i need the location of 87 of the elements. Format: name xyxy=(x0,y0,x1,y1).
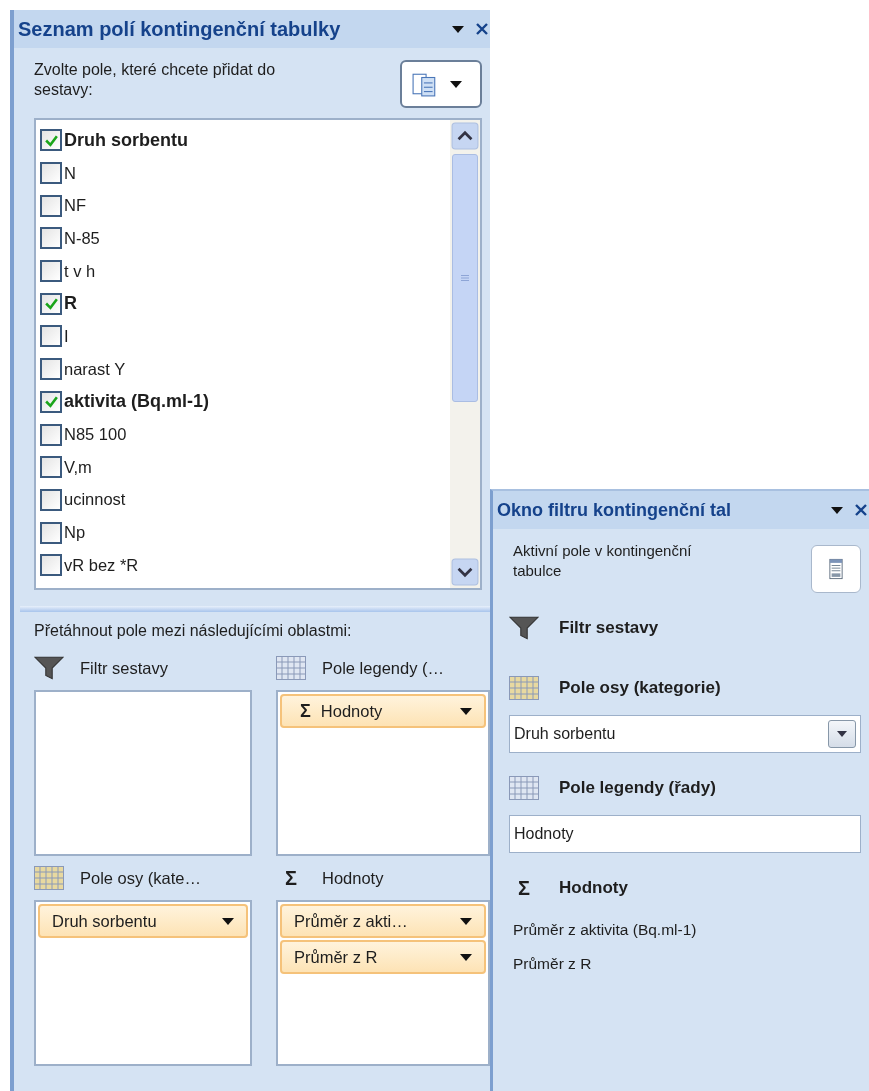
field-item[interactable]: R xyxy=(40,287,450,321)
field-item[interactable]: ucinnost xyxy=(40,483,450,517)
field-item[interactable]: N xyxy=(40,156,450,190)
caret-icon xyxy=(450,80,462,88)
pill-label: Hodnoty xyxy=(320,701,384,721)
checkmark-icon xyxy=(43,296,59,312)
field-item[interactable]: vR bez *R xyxy=(40,548,450,582)
drop-area[interactable]: Druh sorbentu xyxy=(34,900,252,1066)
drop-area[interactable]: Průměr z akti… Průměr z R xyxy=(276,900,490,1066)
sigma-symbol: Σ xyxy=(300,700,311,722)
area-title: Pole legendy (… xyxy=(322,658,444,678)
caret-icon xyxy=(837,731,847,737)
checkbox[interactable] xyxy=(40,227,62,250)
grip-icon xyxy=(461,275,469,281)
instruction-text: Aktivní pole v kontingenční tabulce xyxy=(513,541,693,581)
funnel-icon xyxy=(34,656,64,680)
field-item[interactable]: Np xyxy=(40,516,450,549)
field-item[interactable]: N-85 xyxy=(40,222,450,255)
drag-instruction: Přetáhnout pole mezi následujícími oblastmi: xyxy=(33,622,353,641)
field-item[interactable]: N85 100 xyxy=(40,418,450,451)
section-title: Hodnoty xyxy=(559,878,628,898)
sigma-symbol: Σ xyxy=(517,876,531,900)
dropdown-field[interactable]: Druh sorbentu xyxy=(509,715,861,753)
field-item[interactable]: I xyxy=(40,320,450,353)
section-title: Pole osy (kategorie) xyxy=(559,678,721,698)
checkbox[interactable] xyxy=(40,521,62,544)
funnel-icon xyxy=(509,616,539,640)
field-item[interactable]: V,m xyxy=(40,450,450,484)
field-pill[interactable]: Průměr z R xyxy=(280,940,486,974)
area-title: Hodnoty xyxy=(322,868,384,888)
field-pill[interactable]: Průměr z akti… xyxy=(280,904,486,938)
area-title: Pole osy (kate… xyxy=(80,868,202,888)
field-item[interactable]: narast Y xyxy=(40,352,450,386)
pill-label: Průměr z R xyxy=(294,947,379,967)
scroll-up-icon[interactable] xyxy=(451,122,479,150)
field-pill[interactable]: Druh sorbentu xyxy=(38,904,248,938)
caret-icon xyxy=(460,707,472,715)
area-title: Filtr sestavy xyxy=(80,658,168,678)
field-item[interactable]: t v h xyxy=(40,254,450,288)
value-item: Průměr z R xyxy=(512,954,593,974)
field-list-button[interactable] xyxy=(811,545,861,593)
layout-icon xyxy=(412,71,438,97)
section-title: Filtr sestavy xyxy=(559,618,659,638)
pane-title: Okno filtru kontingenční tal xyxy=(497,499,731,521)
instruction-text: Zvolte pole, které chcete přidat do sestavy: xyxy=(34,60,277,100)
input-field[interactable]: Hodnoty xyxy=(509,815,861,853)
grid-icon xyxy=(509,776,539,800)
grid-icon xyxy=(34,866,64,890)
scrollbar[interactable] xyxy=(450,120,480,588)
value-item: Průměr z aktivita (Bq.ml-1) xyxy=(512,920,698,940)
dropdown-caret-icon[interactable] xyxy=(452,25,464,33)
close-icon[interactable] xyxy=(476,23,488,35)
checkbox[interactable] xyxy=(40,554,62,577)
checkbox[interactable] xyxy=(40,194,62,217)
checkbox[interactable] xyxy=(40,423,62,446)
pill-label: Druh sorbentu xyxy=(52,911,158,931)
checkbox[interactable] xyxy=(40,260,62,283)
checkbox[interactable] xyxy=(40,325,62,348)
caret-icon xyxy=(460,953,472,961)
checkbox[interactable] xyxy=(40,390,62,413)
pane-title: Seznam polí kontingenční tabulky xyxy=(18,17,341,41)
checkmark-icon xyxy=(43,394,59,410)
caret-icon xyxy=(222,917,234,925)
field-item[interactable]: aktivita (Bq.ml-1) xyxy=(40,385,450,419)
field-item[interactable]: NF xyxy=(40,189,450,223)
checkbox[interactable] xyxy=(40,488,62,511)
dropdown-button[interactable] xyxy=(828,720,856,748)
section-title: Pole legendy (řady) xyxy=(559,778,716,798)
checkbox[interactable] xyxy=(40,129,62,152)
field-item[interactable]: Druh sorbentu xyxy=(40,124,450,157)
caret-icon xyxy=(460,917,472,925)
drop-area[interactable]: Σ Hodnoty xyxy=(276,690,490,856)
document-icon xyxy=(829,558,843,580)
close-icon[interactable] xyxy=(855,504,867,516)
layout-button[interactable] xyxy=(400,60,482,108)
grid-icon xyxy=(509,676,539,700)
scroll-thumb[interactable] xyxy=(452,154,478,402)
checkbox[interactable] xyxy=(40,358,62,381)
field-pill[interactable]: Σ Hodnoty xyxy=(280,694,486,728)
pill-label: Průměr z akti… xyxy=(294,911,409,931)
scroll-down-icon[interactable] xyxy=(451,558,479,586)
grid-icon xyxy=(276,656,306,680)
dropdown-caret-icon[interactable] xyxy=(831,506,843,514)
checkbox[interactable] xyxy=(40,162,62,185)
checkbox[interactable] xyxy=(40,292,62,315)
sigma-symbol: Σ xyxy=(284,866,298,890)
checkbox[interactable] xyxy=(40,456,62,479)
